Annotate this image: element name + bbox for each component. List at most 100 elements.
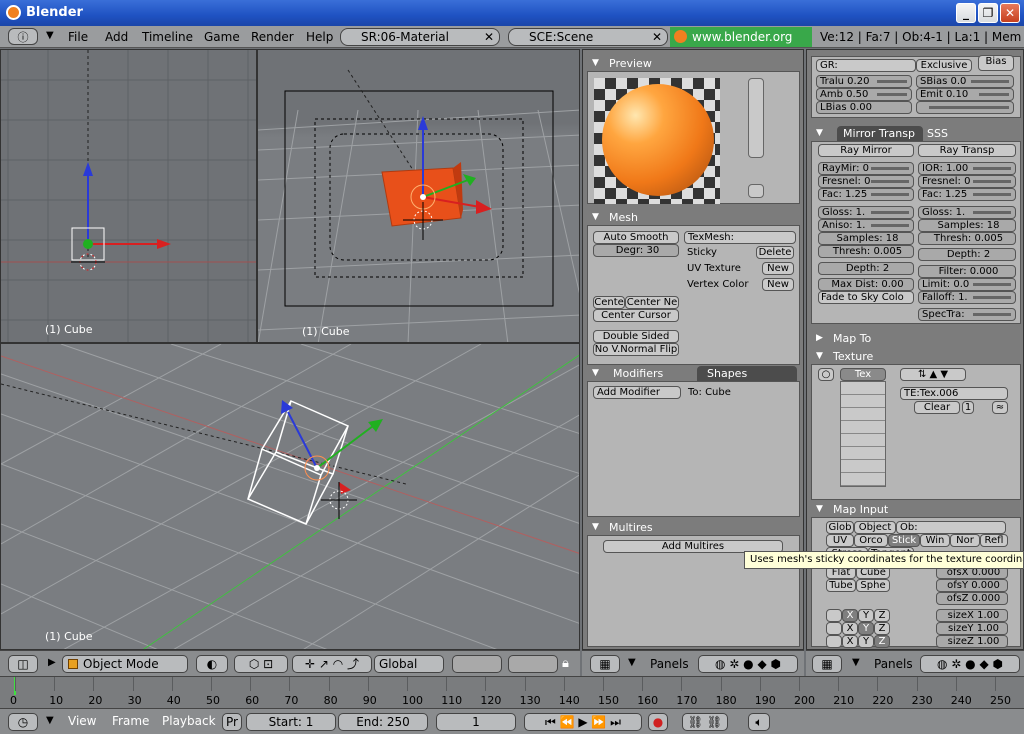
texture-users-field[interactable]: 1 bbox=[962, 401, 974, 414]
editor-type-button[interactable]: ▦ bbox=[590, 655, 620, 673]
map-nor-button[interactable]: Nor bbox=[950, 534, 980, 547]
info-editor-icon[interactable]: ⓘ bbox=[8, 28, 38, 45]
lock-icon[interactable]: 🔒︎ bbox=[562, 656, 569, 671]
timeline[interactable]: 0 10 20 30 40 50 60 70 80 90 100 110 120 130 140 150 160… bbox=[0, 676, 1024, 708]
multires-panel-header[interactable]: Multires bbox=[587, 520, 800, 535]
modifiers-panel-header[interactable]: Modifiers Shapes bbox=[587, 366, 800, 381]
group-field[interactable]: GR: bbox=[816, 59, 916, 72]
blank-slider[interactable] bbox=[916, 101, 1014, 114]
menu-render[interactable]: Render bbox=[251, 30, 294, 44]
tab-sss[interactable]: SSS bbox=[927, 126, 948, 141]
proj-z-y[interactable]: Y bbox=[858, 635, 874, 648]
lbias-field[interactable]: LBias 0.00 bbox=[816, 101, 912, 114]
collapse-icon[interactable]: ▼ bbox=[46, 715, 54, 726]
website-link[interactable]: www.blender.org 249 bbox=[670, 27, 812, 64]
center-new-button[interactable]: Center Ne bbox=[625, 296, 679, 309]
menu-view[interactable]: View bbox=[68, 714, 96, 728]
map-glob-button[interactable]: Glob bbox=[826, 521, 854, 534]
exclusive-button[interactable]: Exclusive bbox=[916, 59, 972, 72]
texture-panel-header[interactable]: Texture bbox=[811, 349, 1021, 364]
thresh-transp-field[interactable]: Thresh: 0.005 bbox=[918, 232, 1016, 245]
ray-transp-button[interactable]: Ray Transp bbox=[918, 144, 1016, 157]
uv-texture-new-button[interactable]: New bbox=[762, 262, 794, 275]
minimize-button[interactable]: _ bbox=[956, 3, 976, 23]
draw-type-button[interactable]: ◐ bbox=[196, 655, 228, 673]
ofsz-field[interactable]: ofsZ 0.000 bbox=[936, 592, 1008, 605]
expand-arrow-icon[interactable]: ▶ bbox=[48, 657, 56, 668]
proj-y-x[interactable]: X bbox=[842, 622, 858, 635]
editor-type-button[interactable]: ◷ bbox=[8, 713, 38, 731]
map-tube-button[interactable]: Tube bbox=[826, 579, 856, 592]
pivot-button[interactable]: ⬡ ⊡ bbox=[234, 655, 288, 673]
layer-buttons-2[interactable] bbox=[508, 655, 558, 673]
editor-type-button[interactable]: ▦ bbox=[812, 655, 842, 673]
mode-selector[interactable]: Object Mode bbox=[62, 655, 188, 673]
add-modifier-button[interactable]: Add Modifier bbox=[593, 386, 681, 399]
preview-range-button[interactable]: Pr bbox=[222, 713, 242, 731]
sticky-delete-button[interactable]: Delete bbox=[756, 246, 794, 259]
fresnel-mirror-field[interactable]: Fresnel: 0 bbox=[818, 175, 914, 188]
preview-refresh-button[interactable] bbox=[748, 184, 764, 198]
centre-button[interactable]: Cente bbox=[593, 296, 625, 309]
samples-mirror-field[interactable]: Samples: 18 bbox=[818, 232, 914, 245]
preview-type-buttons[interactable] bbox=[748, 78, 764, 158]
proj-x-blank[interactable] bbox=[826, 609, 842, 622]
bias-button[interactable]: Bias bbox=[978, 55, 1014, 71]
context-buttons[interactable]: ◍ ✲ ● ◆ ⬢ bbox=[698, 655, 798, 673]
texture-name-field[interactable]: TE:Tex.006 bbox=[900, 387, 1008, 400]
maximize-button[interactable]: ❐ bbox=[978, 3, 998, 23]
viewport-top-right[interactable]: (1) Cube bbox=[257, 49, 580, 343]
samples-transp-field[interactable]: Samples: 18 bbox=[918, 219, 1016, 232]
limit-field[interactable]: Limit: 0.0 bbox=[918, 278, 1016, 291]
map-input-header[interactable]: Map Input bbox=[811, 502, 1021, 517]
no-vnormal-flip-button[interactable]: No V.Normal Flip bbox=[593, 343, 679, 356]
context-buttons[interactable]: ◍ ✲ ● ◆ ⬢ bbox=[920, 655, 1020, 673]
falloff-field[interactable]: Falloff: 1. bbox=[918, 291, 1016, 304]
double-sided-button[interactable]: Double Sided bbox=[593, 330, 679, 343]
mesh-panel-header[interactable]: Mesh bbox=[587, 210, 800, 225]
manipulator-buttons[interactable]: ✛ ↗ ◠ ⤴ bbox=[292, 655, 372, 673]
fresnel-transp-field[interactable]: Fresnel: 0 bbox=[918, 175, 1016, 188]
link-buttons[interactable]: ⛓ ⛓ bbox=[682, 713, 728, 731]
map-to-header[interactable]: Map To bbox=[811, 331, 1021, 346]
tab-modifiers[interactable]: Modifiers bbox=[613, 366, 663, 381]
proj-x-x[interactable]: X bbox=[842, 609, 858, 622]
fac-transp-field[interactable]: Fac: 1.25 bbox=[918, 188, 1016, 201]
proj-x-y[interactable]: Y bbox=[858, 609, 874, 622]
collapse-icon[interactable]: ▼ bbox=[628, 657, 636, 668]
menu-help[interactable]: Help bbox=[306, 30, 333, 44]
map-object-button[interactable]: Object bbox=[854, 521, 896, 534]
texmesh-field[interactable]: TexMesh: bbox=[684, 231, 796, 244]
tralu-field[interactable]: Tralu 0.20 bbox=[816, 75, 912, 88]
vertex-color-new-button[interactable]: New bbox=[762, 278, 794, 291]
tab-mirror-transp[interactable]: Mirror Transp bbox=[837, 126, 923, 141]
menu-playback[interactable]: Playback bbox=[162, 714, 216, 728]
tab-shapes[interactable]: Shapes bbox=[697, 366, 797, 381]
proj-z-x[interactable]: X bbox=[842, 635, 858, 648]
aniso-field[interactable]: Aniso: 1. bbox=[818, 219, 914, 232]
current-frame-field[interactable]: 1 bbox=[436, 713, 516, 731]
playback-controls[interactable]: ⏮ ⏪ ▶ ⏩ ⏭ bbox=[524, 713, 642, 731]
texture-channel-list[interactable] bbox=[840, 381, 886, 487]
thresh-mirror-field[interactable]: Thresh: 0.005 bbox=[818, 245, 914, 258]
end-frame-field[interactable]: End: 250 bbox=[338, 713, 428, 731]
viewport-bottom[interactable]: (1) Cube bbox=[0, 343, 580, 650]
collapse-menu-icon[interactable]: ▼ bbox=[46, 30, 54, 41]
menu-game[interactable]: Game bbox=[204, 30, 240, 44]
emit-field[interactable]: Emit 0.10 bbox=[916, 88, 1014, 101]
menu-file[interactable]: File bbox=[68, 30, 88, 44]
texture-fake-user-button[interactable]: ≈ bbox=[992, 401, 1008, 414]
proj-y-z[interactable]: Z bbox=[874, 622, 890, 635]
mirror-transp-header[interactable]: Mirror Transp SSS bbox=[811, 126, 1021, 141]
ior-field[interactable]: IOR: 1.00 bbox=[918, 162, 1016, 175]
menu-timeline[interactable]: Timeline bbox=[142, 30, 193, 44]
proj-z-z[interactable]: Z bbox=[874, 635, 890, 648]
texture-toggle-button[interactable]: ○ bbox=[818, 368, 834, 381]
viewport-top-left[interactable]: (1) Cube bbox=[0, 49, 257, 343]
filter-field[interactable]: Filter: 0.000 bbox=[918, 265, 1016, 278]
center-cursor-button[interactable]: Center Cursor bbox=[593, 309, 679, 322]
preview-panel-header[interactable]: Preview bbox=[587, 56, 800, 71]
spectra-field[interactable]: SpecTra: bbox=[918, 308, 1016, 321]
map-stick-button[interactable]: Stick bbox=[888, 534, 920, 547]
map-orco-button[interactable]: Orco bbox=[854, 534, 888, 547]
